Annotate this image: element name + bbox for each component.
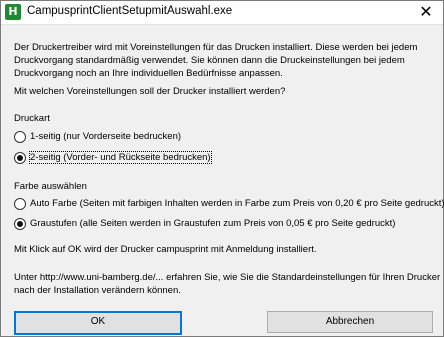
intro-text-line-1: Der Druckertreiber wird mit Voreinstellu… bbox=[14, 42, 418, 53]
radio-label-2-seitig[interactable]: 2-seitig (Vorder- und Rückseite bedrucke… bbox=[29, 151, 212, 164]
link-info-line-1: Unter http://www.uni-bamberg.de/... erfa… bbox=[14, 272, 441, 283]
radio-label-auto-farbe[interactable]: Auto Farbe (Seiten mit farbigen Inhalten… bbox=[30, 198, 444, 209]
ok-button[interactable]: OK bbox=[14, 311, 182, 335]
radio-2-seitig[interactable] bbox=[14, 152, 26, 164]
ok-info-text: Mit Klick auf OK wird der Drucker campus… bbox=[14, 244, 317, 255]
radio-label-1-seitig[interactable]: 1-seitig (nur Vorderseite bedrucken) bbox=[30, 131, 181, 142]
window-title: CampusprintClientSetupmitAuswahl.exe bbox=[27, 5, 233, 17]
radio-auto-farbe[interactable] bbox=[14, 198, 26, 210]
farbe-heading: Farbe auswählen bbox=[14, 181, 87, 192]
radio-1-seitig[interactable] bbox=[14, 131, 26, 143]
dialog-window: H CampusprintClientSetupmitAuswahl.exe ✕… bbox=[0, 0, 444, 337]
radio-label-graustufen[interactable]: Graustufen (alle Seiten werden in Graust… bbox=[30, 218, 395, 229]
radio-graustufen[interactable] bbox=[14, 218, 26, 230]
druckart-heading: Druckart bbox=[14, 113, 50, 124]
close-icon[interactable]: ✕ bbox=[409, 1, 443, 24]
app-icon: H bbox=[5, 4, 21, 20]
intro-text-line-3: Druckvorgang noch an Ihre individuellen … bbox=[14, 68, 283, 79]
cancel-button[interactable]: Abbrechen bbox=[267, 311, 433, 333]
intro-text-line-2: Druckvorgang standardmäßig verwendet. Si… bbox=[14, 55, 405, 66]
dialog-content: Der Druckertreiber wird mit Voreinstellu… bbox=[1, 25, 444, 336]
question-text: Mit welchen Voreinstellungen soll der Dr… bbox=[14, 86, 286, 97]
title-bar[interactable]: H CampusprintClientSetupmitAuswahl.exe ✕ bbox=[1, 1, 443, 25]
link-info-line-2: nach der Installation verändern können. bbox=[14, 285, 181, 296]
